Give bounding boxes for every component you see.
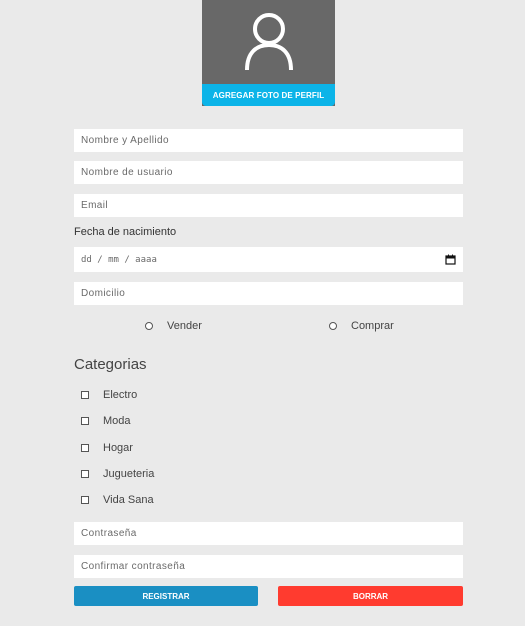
radio-buy-label: Comprar <box>351 320 394 332</box>
register-button[interactable]: REGISTRAR <box>74 586 258 606</box>
checkbox-hogar[interactable] <box>81 444 89 452</box>
user-icon <box>245 13 293 71</box>
password-input[interactable]: Contraseña <box>74 522 463 545</box>
checkbox-moda[interactable] <box>81 417 89 425</box>
address-input[interactable]: Domicilio <box>74 282 463 305</box>
category-label: Hogar <box>103 442 133 454</box>
category-item-vida-sana[interactable]: Vida Sana <box>81 494 154 506</box>
username-input[interactable]: Nombre de usuario <box>74 161 463 184</box>
radio-option-sell[interactable]: Vender <box>145 320 202 332</box>
birthdate-placeholder: dd / mm / aaaa <box>81 254 157 265</box>
radio-sell-label: Vender <box>167 320 202 332</box>
add-profile-photo-button[interactable]: AGREGAR FOTO DE PERFIL <box>202 84 335 106</box>
categories-title: Categorias <box>74 356 147 373</box>
checkbox-vida-sana[interactable] <box>81 496 89 504</box>
email-placeholder: Email <box>81 200 109 211</box>
category-label: Vida Sana <box>103 494 154 506</box>
radio-option-buy[interactable]: Comprar <box>329 320 394 332</box>
category-label: Electro <box>103 389 138 401</box>
category-item-electro[interactable]: Electro <box>81 389 137 401</box>
category-item-hogar[interactable]: Hogar <box>81 442 133 454</box>
category-label: Jugueteria <box>103 468 155 480</box>
birthdate-label: Fecha de nacimiento <box>74 226 177 238</box>
radio-buy[interactable] <box>329 322 337 330</box>
checkbox-electro[interactable] <box>81 391 89 399</box>
birthdate-input[interactable]: dd / mm / aaaa <box>74 247 463 272</box>
confirm-password-placeholder: Confirmar contraseña <box>81 561 186 572</box>
full-name-input[interactable]: Nombre y Apellido <box>74 129 463 152</box>
email-input[interactable]: Email <box>74 194 463 217</box>
calendar-icon[interactable] <box>445 254 456 265</box>
category-item-jugueteria[interactable]: Jugueteria <box>81 468 154 480</box>
password-placeholder: Contraseña <box>81 528 137 539</box>
username-placeholder: Nombre de usuario <box>81 167 173 178</box>
full-name-placeholder: Nombre y Apellido <box>81 135 169 146</box>
clear-button[interactable]: BORRAR <box>278 586 463 606</box>
category-label: Moda <box>103 415 131 427</box>
confirm-password-input[interactable]: Confirmar contraseña <box>74 555 463 578</box>
category-item-moda[interactable]: Moda <box>81 415 131 427</box>
radio-sell[interactable] <box>145 322 153 330</box>
checkbox-jugueteria[interactable] <box>81 470 89 478</box>
address-placeholder: Domicilio <box>81 288 126 299</box>
